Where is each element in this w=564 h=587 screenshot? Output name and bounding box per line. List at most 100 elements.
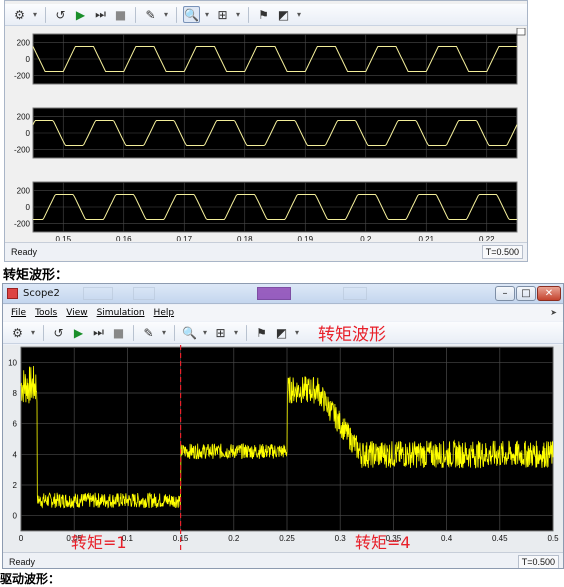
y-tick-label: 6	[13, 420, 18, 429]
sim-time: T=0.500	[481, 245, 523, 259]
settings-icon[interactable]: ⚙	[9, 324, 26, 341]
zoom-icon[interactable]: 🔍	[181, 324, 198, 341]
scope-window-top: ⚙ ▾ ↺ ▶ ⏭ ■ ✎ ▾ 🔍 ▾ ⊞ ▾ ⚑ ◩ ▾ 200 0 -200 20…	[4, 0, 528, 262]
y-tick-label: 200	[17, 38, 31, 47]
chevron-down-icon[interactable]: ▾	[160, 324, 168, 341]
highlight-icon[interactable]: ✎	[142, 6, 159, 23]
x-tick-label: 0.4	[441, 534, 453, 543]
chevron-down-icon[interactable]: ▾	[295, 6, 303, 23]
x-tick-label: 0.18	[237, 235, 253, 241]
chevron-down-icon[interactable]: ▾	[31, 6, 39, 23]
y-tick-label: 200	[17, 186, 31, 195]
toolbar-separator	[133, 324, 134, 341]
step-icon[interactable]: ⏭	[92, 6, 109, 23]
properties-icon[interactable]: ◩	[273, 324, 290, 341]
y-tick-label: 8	[13, 389, 18, 398]
app-icon	[7, 288, 18, 299]
x-tick-label: 0.17	[176, 235, 192, 241]
highlight-icon[interactable]: ✎	[140, 324, 157, 341]
zoom-axes-icon[interactable]: ⊞	[214, 6, 231, 23]
close-button[interactable]: ✕	[537, 286, 561, 301]
x-tick-label: 0.45	[492, 534, 508, 543]
chevron-down-icon[interactable]: ▾	[162, 6, 170, 23]
x-tick-label: 0.21	[418, 235, 434, 241]
maximize-button[interactable]: □	[516, 286, 536, 301]
section-caption: 驱动波形：	[0, 572, 61, 586]
menu-simulation[interactable]: Simulation	[97, 308, 145, 318]
x-tick-label: 0.2	[228, 534, 240, 543]
run-icon[interactable]: ▶	[70, 324, 87, 341]
stop-icon[interactable]: ■	[110, 324, 127, 341]
x-tick-label: 0.3	[335, 534, 347, 543]
chevron-down-icon[interactable]: ▾	[293, 324, 301, 341]
scope-toolbar: ⚙ ▾ ↺ ▶ ⏭ ■ ✎ ▾ 🔍 ▾ ⊞ ▾ ⚑ ◩ ▾ 转矩波形	[3, 322, 563, 345]
overlay-title: 转矩波形	[318, 325, 386, 345]
y-tick-label: 0	[26, 129, 31, 138]
settings-icon[interactable]: ⚙	[11, 6, 28, 23]
chevron-down-icon[interactable]: ▾	[232, 324, 240, 341]
chevron-down-icon[interactable]: ▾	[29, 324, 37, 341]
y-tick-label: 4	[13, 450, 18, 459]
scope-toolbar: ⚙ ▾ ↺ ▶ ⏭ ■ ✎ ▾ 🔍 ▾ ⊞ ▾ ⚑ ◩ ▾	[5, 4, 527, 26]
properties-icon[interactable]: ◩	[275, 6, 292, 23]
menu-tools[interactable]: Tools	[35, 308, 57, 318]
chevron-down-icon[interactable]: ▾	[234, 6, 242, 23]
y-tick-label: -200	[14, 72, 31, 81]
zoom-axes-icon[interactable]: ⊞	[212, 324, 229, 341]
toolbar-separator	[43, 324, 44, 341]
y-tick-label: 0	[26, 55, 31, 64]
x-tick-label: 0	[19, 534, 24, 543]
status-text: Ready	[9, 557, 36, 567]
minimize-button[interactable]: –	[495, 286, 515, 301]
annotation-torque-1: 转矩=1	[71, 533, 127, 552]
section-caption: 转矩波形：	[3, 268, 69, 283]
background-block	[343, 287, 367, 300]
x-tick-label: 0.16	[116, 235, 132, 241]
y-tick-label: 200	[17, 112, 31, 121]
title-bar: Scope2 – □ ✕	[3, 284, 563, 304]
pin-icon[interactable]: ➤	[550, 308, 557, 317]
sim-time: T=0.500	[517, 555, 559, 568]
y-tick-label: 0	[26, 203, 31, 212]
menu-bar: File Tools View Simulation Help ➤	[3, 305, 563, 321]
x-tick-label: 0.5	[547, 534, 559, 543]
toolbar-separator	[135, 6, 136, 23]
scope-plot-area: 200 0 -200 200 0 -200 200 0 -200 0.15 0.16 0.17 0.18…	[5, 28, 527, 241]
x-tick-label: 0.2	[360, 235, 372, 241]
chevron-down-icon[interactable]: ▾	[201, 324, 209, 341]
expand-icon	[516, 28, 526, 36]
y-tick-label: -200	[14, 146, 31, 155]
zoom-icon[interactable]: 🔍	[183, 6, 200, 23]
y-tick-label: 2	[13, 481, 18, 490]
x-tick-label: 0.15	[55, 235, 71, 241]
back-icon[interactable]: ↺	[52, 6, 69, 23]
toolbar-separator	[176, 6, 177, 23]
autoscale-icon[interactable]: ⚑	[253, 324, 270, 341]
scope2-window: Scope2 – □ ✕ File Tools View Simulation …	[2, 283, 564, 569]
status-bar: Ready T=0.500	[3, 552, 563, 568]
x-tick-label: 0.19	[297, 235, 313, 241]
autoscale-icon[interactable]: ⚑	[255, 6, 272, 23]
y-tick-label: -200	[14, 220, 31, 229]
status-bar: Ready T=0.500	[5, 242, 527, 260]
menu-view[interactable]: View	[66, 308, 87, 318]
menu-help[interactable]: Help	[154, 308, 175, 318]
background-block	[257, 287, 291, 300]
annotation-torque-4: 转矩=4	[355, 533, 411, 552]
x-tick-label: 0.25	[279, 534, 295, 543]
x-tick-label: 0.22	[479, 235, 495, 241]
run-icon[interactable]: ▶	[72, 6, 89, 23]
step-icon[interactable]: ⏭	[90, 324, 107, 341]
torque-plot: 024681000.050.10.150.20.250.30.350.40.45…	[3, 345, 563, 552]
y-tick-label: 0	[13, 512, 18, 521]
window-title: Scope2	[23, 288, 60, 299]
stop-icon[interactable]: ■	[112, 6, 129, 23]
toolbar-separator	[174, 324, 175, 341]
toolbar-separator	[45, 6, 46, 23]
back-icon[interactable]: ↺	[50, 324, 67, 341]
chevron-down-icon[interactable]: ▾	[203, 6, 211, 23]
menu-file[interactable]: File	[11, 308, 26, 318]
toolbar-separator	[246, 324, 247, 341]
toolbar-separator	[248, 6, 249, 23]
background-block	[83, 287, 113, 300]
